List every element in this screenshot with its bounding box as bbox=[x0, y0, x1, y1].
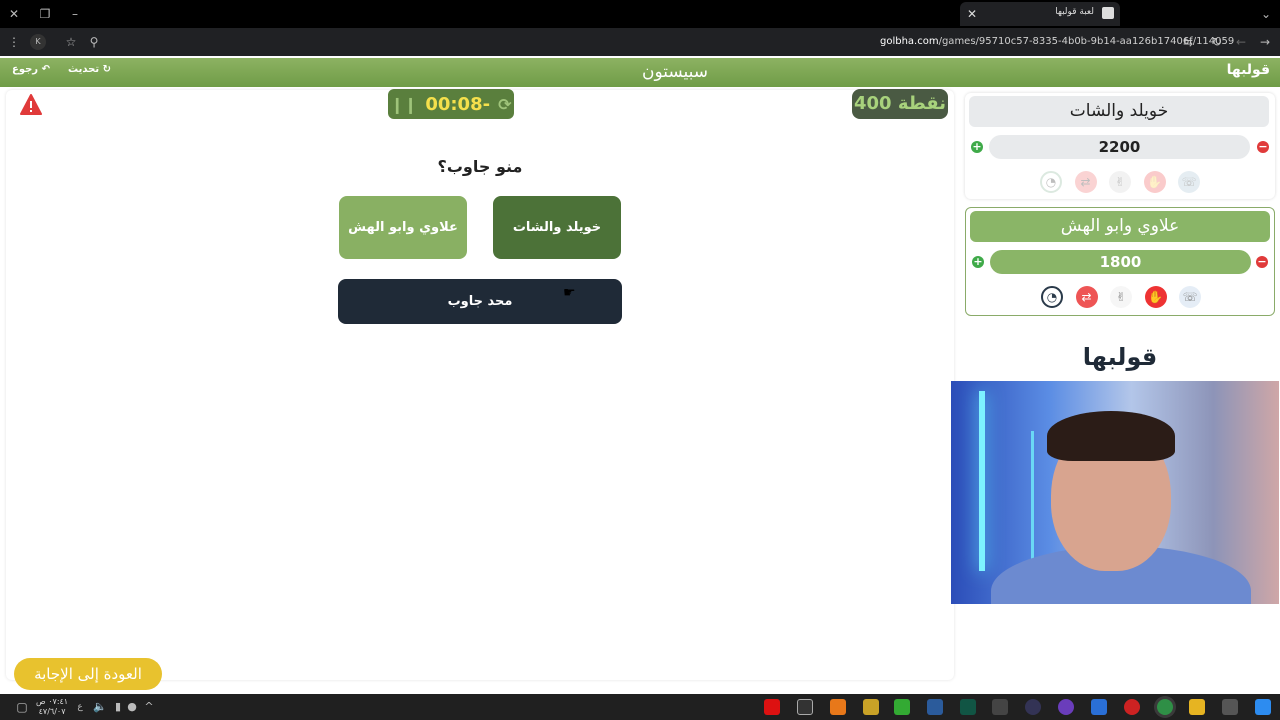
subtract-score-button[interactable]: − bbox=[1256, 256, 1268, 268]
file-explorer-icon[interactable] bbox=[1189, 699, 1205, 715]
close-tab-icon[interactable]: ✕ bbox=[964, 6, 980, 22]
question-points: 400 نقطة bbox=[852, 89, 948, 119]
team-card-1: خويلد والشات + 2200 − ◔ ⇄ ✌ ✋ ☏ bbox=[965, 93, 1275, 199]
tray-expand-icon[interactable]: ^ bbox=[141, 699, 157, 715]
discord-icon[interactable] bbox=[1058, 699, 1074, 715]
tab-favicon-icon bbox=[1102, 7, 1114, 19]
taskbar-clock[interactable]: ٠٧:٤١ ص ٤٧/٦/٠٧ bbox=[36, 697, 68, 717]
language-indicator[interactable]: ع bbox=[72, 699, 88, 715]
start-windows-icon[interactable] bbox=[1255, 699, 1271, 715]
swap-helper-icon[interactable]: ⇄ bbox=[1075, 286, 1098, 308]
minimize-window-icon[interactable]: – bbox=[67, 6, 83, 22]
steam-icon[interactable] bbox=[927, 699, 943, 715]
reset-timer-icon[interactable]: ⟳ bbox=[498, 95, 511, 114]
webcam-overlay bbox=[951, 381, 1279, 604]
brand-logo: قولبها bbox=[1082, 343, 1158, 371]
mouse-cursor-icon: ☛ bbox=[563, 285, 576, 301]
close-window-icon[interactable]: ✕ bbox=[6, 6, 22, 22]
two-answers-helper-icon[interactable]: ✌ bbox=[1110, 286, 1132, 308]
browser-tab[interactable]: ✕ لعبة قولبها bbox=[960, 2, 1120, 26]
call-friend-helper-icon[interactable]: ☏ bbox=[1179, 286, 1201, 308]
team-a-answer-button[interactable]: خويلد والشات bbox=[493, 196, 621, 259]
xbox-icon[interactable] bbox=[894, 699, 910, 715]
tab-search-icon[interactable]: ⌄ bbox=[1258, 6, 1274, 22]
subtract-score-button[interactable]: − bbox=[1257, 141, 1269, 153]
media-player-icon[interactable] bbox=[1025, 699, 1041, 715]
os-taskbar bbox=[0, 694, 1280, 720]
excel-icon[interactable] bbox=[960, 699, 976, 715]
url-field[interactable]: golbha.com/games/95710c57-8335-4b0b-9b14… bbox=[880, 36, 1234, 47]
no-one-answered-button[interactable]: محد جاوب bbox=[338, 279, 622, 324]
app-tool-icon[interactable] bbox=[1091, 699, 1107, 715]
team-name: علاوي وابو الهش bbox=[970, 211, 1270, 242]
app-a-icon[interactable] bbox=[830, 699, 846, 715]
stop-helper-icon[interactable]: ✋ bbox=[1144, 286, 1167, 308]
forward-icon[interactable]: ← bbox=[1233, 34, 1249, 50]
helpers-row: ◔ ⇄ ✌ ✋ ☏ bbox=[1041, 286, 1201, 310]
youtube-icon[interactable] bbox=[764, 699, 780, 715]
zoom-icon[interactable]: ⚲ bbox=[86, 34, 102, 50]
team-card-2: علاوي وابو الهش + 1800 − ◔ ⇄ ✌ ✋ ☏ bbox=[965, 207, 1275, 316]
browser-tab-bar: ✕ ❐ – + ✕ لعبة قولبها ⌄ bbox=[0, 0, 1280, 28]
two-answers-helper-icon[interactable]: ✌ bbox=[1109, 171, 1131, 193]
led-light bbox=[979, 391, 985, 571]
pause-icon[interactable]: ❙❙ bbox=[391, 95, 418, 114]
clock-date: ٤٧/٦/٠٧ bbox=[38, 707, 66, 716]
header-logo[interactable]: قولبها bbox=[1227, 62, 1270, 78]
page-title: سبيستون bbox=[641, 62, 709, 82]
led-light bbox=[1031, 431, 1034, 561]
team-score: 2200 bbox=[989, 135, 1250, 159]
helpers-row: ◔ ⇄ ✌ ✋ ☏ bbox=[1040, 171, 1200, 195]
capcut-icon[interactable] bbox=[797, 699, 813, 715]
timer-value: 00:08- bbox=[425, 93, 491, 115]
swap-helper-icon[interactable]: ⇄ bbox=[1074, 171, 1097, 193]
back-to-answer-button[interactable]: العودة إلى الإجابة bbox=[14, 658, 162, 690]
store-icon[interactable] bbox=[1222, 699, 1238, 715]
question-text: منو جاوب؟ bbox=[437, 157, 523, 176]
refresh-icon: ↻ bbox=[102, 64, 111, 75]
clock-time: ٠٧:٤١ ص bbox=[36, 697, 69, 706]
team-name: خويلد والشات bbox=[969, 96, 1269, 127]
add-score-button[interactable]: + bbox=[972, 256, 984, 268]
menu-icon[interactable]: ⋮ bbox=[6, 34, 22, 50]
recorder-icon[interactable] bbox=[1124, 699, 1140, 715]
timer-helper-icon[interactable]: ◔ bbox=[1041, 286, 1063, 308]
rockstar-icon[interactable] bbox=[863, 699, 879, 715]
chrome-icon[interactable] bbox=[1157, 699, 1173, 715]
report-warning-icon[interactable] bbox=[20, 94, 42, 116]
profile-icon[interactable]: K bbox=[30, 34, 46, 50]
person-hair bbox=[1047, 411, 1175, 461]
back-label: رجوع bbox=[12, 64, 39, 75]
obs-icon[interactable] bbox=[992, 699, 1008, 715]
countdown-timer: ❙❙ 00:08- ⟳ bbox=[388, 89, 514, 119]
stop-helper-icon[interactable]: ✋ bbox=[1143, 171, 1166, 193]
bookmark-star-icon[interactable]: ☆ bbox=[63, 34, 79, 50]
team-b-answer-button[interactable]: علاوي وابو الهش bbox=[339, 196, 467, 259]
refresh-button[interactable]: تحديث ↻ bbox=[68, 64, 111, 82]
back-icon[interactable]: → bbox=[1257, 34, 1273, 50]
tab-title: لعبة قولبها bbox=[1055, 7, 1094, 17]
volume-icon[interactable]: 🔈 bbox=[92, 699, 108, 715]
restore-window-icon[interactable]: ❐ bbox=[37, 6, 53, 22]
undo-icon: ↶ bbox=[41, 64, 50, 75]
back-header-button[interactable]: رجوع ↶ bbox=[12, 64, 50, 82]
add-score-button[interactable]: + bbox=[971, 141, 983, 153]
notifications-icon[interactable]: ▢ bbox=[14, 699, 30, 715]
question-panel bbox=[6, 90, 954, 680]
team-score: 1800 bbox=[990, 250, 1251, 274]
timer-helper-icon[interactable]: ◔ bbox=[1040, 171, 1062, 193]
refresh-label: تحديث bbox=[68, 64, 100, 75]
microphone-icon[interactable]: ● bbox=[124, 699, 140, 715]
call-friend-helper-icon[interactable]: ☏ bbox=[1178, 171, 1200, 193]
